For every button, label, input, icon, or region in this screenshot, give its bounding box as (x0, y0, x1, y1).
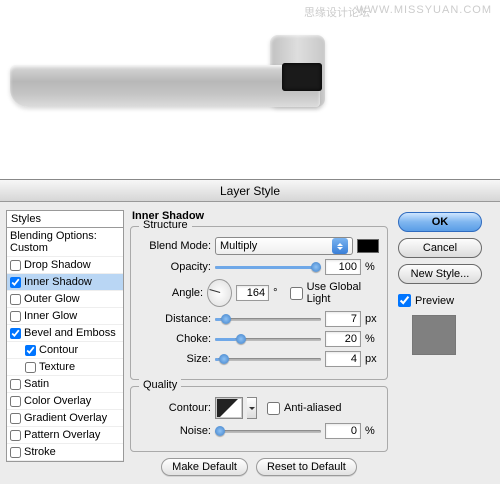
global-light-checkbox[interactable] (290, 287, 303, 300)
checkbox[interactable] (10, 396, 21, 407)
global-light-label: Use Global Light (307, 281, 379, 305)
blendmode-value: Multiply (220, 240, 257, 252)
opacity-label: Opacity: (139, 261, 211, 273)
structure-legend: Structure (139, 219, 192, 231)
opacity-unit: % (365, 261, 379, 273)
blending-options-row[interactable]: Blending Options: Custom (7, 228, 123, 257)
noise-input[interactable]: 0 (325, 423, 361, 439)
make-default-button[interactable]: Make Default (161, 458, 248, 476)
style-inner-glow[interactable]: Inner Glow (7, 308, 123, 325)
quality-group: Quality Contour: Anti-aliased Noise: 0 % (130, 386, 388, 452)
styles-list: Blending Options: Custom Drop Shadow Inn… (6, 227, 124, 462)
checkbox[interactable] (25, 362, 36, 373)
contour-dropdown[interactable] (247, 397, 257, 419)
style-label: Inner Shadow (24, 276, 92, 288)
checkbox[interactable] (10, 413, 21, 424)
checkbox[interactable] (10, 430, 21, 441)
antialias-checkbox[interactable] (267, 402, 280, 415)
structure-group: Structure Blend Mode: Multiply Opacity: … (130, 226, 388, 380)
style-label: Outer Glow (24, 293, 80, 305)
styles-header[interactable]: Styles (6, 210, 124, 227)
style-drop-shadow[interactable]: Drop Shadow (7, 257, 123, 274)
noise-slider[interactable] (215, 424, 321, 438)
blendmode-select[interactable]: Multiply (215, 237, 353, 255)
shadow-color-swatch[interactable] (357, 239, 379, 253)
style-stroke[interactable]: Stroke (7, 444, 123, 461)
antialias-label: Anti-aliased (284, 402, 341, 414)
style-label: Stroke (24, 446, 56, 458)
opacity-slider[interactable] (215, 260, 321, 274)
style-label: Bevel and Emboss (24, 327, 116, 339)
checkbox[interactable] (10, 379, 21, 390)
settings-panel: Inner Shadow Structure Blend Mode: Multi… (124, 210, 394, 476)
style-label: Pattern Overlay (24, 429, 100, 441)
style-label: Color Overlay (24, 395, 91, 407)
noise-unit: % (365, 425, 379, 437)
choke-input[interactable]: 20 (325, 331, 361, 347)
distance-unit: px (365, 313, 379, 325)
style-label: Gradient Overlay (24, 412, 107, 424)
size-slider[interactable] (215, 352, 321, 366)
choke-label: Choke: (139, 333, 211, 345)
checkbox[interactable] (10, 328, 21, 339)
preview-label: Preview (415, 295, 454, 307)
rendered-object (10, 35, 360, 110)
checkbox[interactable] (10, 260, 21, 271)
distance-label: Distance: (139, 313, 211, 325)
checkbox[interactable] (10, 311, 21, 322)
distance-input[interactable]: 7 (325, 311, 361, 327)
style-label: Texture (39, 361, 75, 373)
reset-default-button[interactable]: Reset to Default (256, 458, 357, 476)
style-texture[interactable]: Texture (7, 359, 123, 376)
action-column: OK Cancel New Style... Preview (394, 210, 486, 476)
style-label: Satin (24, 378, 49, 390)
select-arrows-icon (332, 238, 348, 254)
dialog-title: Layer Style (0, 180, 500, 202)
preview-checkbox[interactable] (398, 294, 411, 307)
contour-picker[interactable] (215, 397, 243, 419)
angle-input[interactable]: 164 (236, 285, 269, 301)
style-label: Contour (39, 344, 78, 356)
checkbox[interactable] (10, 294, 21, 305)
style-inner-shadow[interactable]: Inner Shadow (7, 274, 123, 291)
cancel-button[interactable]: Cancel (398, 238, 482, 258)
checkbox[interactable] (25, 345, 36, 356)
size-unit: px (365, 353, 379, 365)
opacity-input[interactable]: 100 (325, 259, 361, 275)
angle-label: Angle: (139, 287, 203, 299)
angle-unit: ° (273, 287, 285, 299)
checkbox[interactable] (10, 447, 21, 458)
checkbox[interactable] (10, 277, 21, 288)
style-pattern-overlay[interactable]: Pattern Overlay (7, 427, 123, 444)
style-label: Drop Shadow (24, 259, 91, 271)
layer-style-dialog: Layer Style Styles Blending Options: Cus… (0, 179, 500, 484)
style-contour[interactable]: Contour (7, 342, 123, 359)
distance-slider[interactable] (215, 312, 321, 326)
size-label: Size: (139, 353, 211, 365)
noise-label: Noise: (139, 425, 211, 437)
style-outer-glow[interactable]: Outer Glow (7, 291, 123, 308)
style-satin[interactable]: Satin (7, 376, 123, 393)
preview-swatch (412, 315, 456, 355)
quality-legend: Quality (139, 379, 181, 391)
preview-canvas: 思缘设计论坛 WWW.MISSYUAN.COM (0, 0, 500, 170)
choke-unit: % (365, 333, 379, 345)
style-color-overlay[interactable]: Color Overlay (7, 393, 123, 410)
choke-slider[interactable] (215, 332, 321, 346)
contour-label: Contour: (139, 402, 211, 414)
style-bevel-emboss[interactable]: Bevel and Emboss (7, 325, 123, 342)
watermark-url: WWW.MISSYUAN.COM (356, 4, 492, 16)
style-label: Inner Glow (24, 310, 77, 322)
styles-column: Styles Blending Options: Custom Drop Sha… (6, 210, 124, 476)
blendmode-label: Blend Mode: (139, 240, 211, 252)
angle-dial[interactable] (207, 279, 232, 307)
style-gradient-overlay[interactable]: Gradient Overlay (7, 410, 123, 427)
new-style-button[interactable]: New Style... (398, 264, 482, 284)
ok-button[interactable]: OK (398, 212, 482, 232)
size-input[interactable]: 4 (325, 351, 361, 367)
